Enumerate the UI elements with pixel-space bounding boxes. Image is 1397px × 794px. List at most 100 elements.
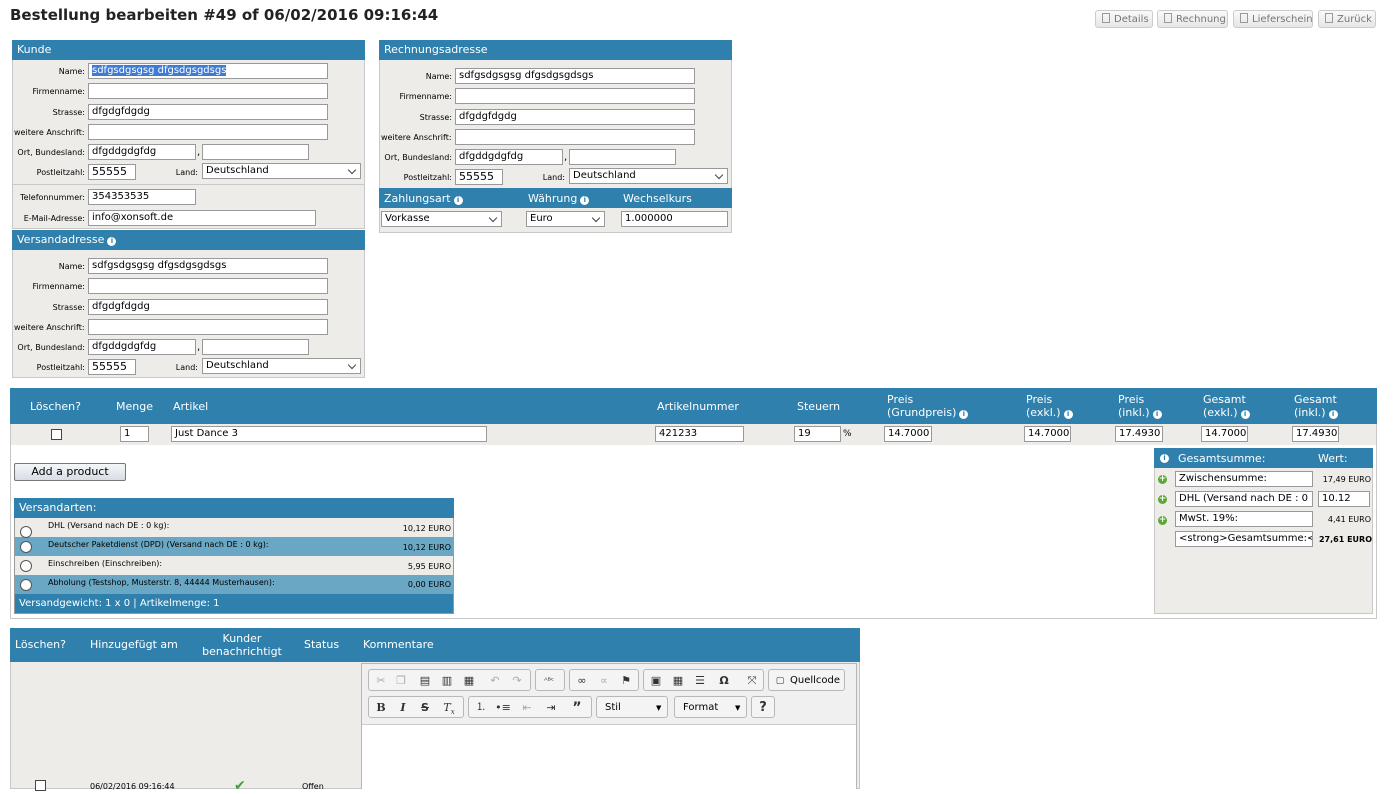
- shipping-radio[interactable]: [20, 560, 32, 572]
- product-preis-grund-input[interactable]: 14.7000: [884, 426, 932, 442]
- product-menge-input[interactable]: 1: [120, 426, 149, 442]
- paste-text-icon[interactable]: ▥: [439, 673, 455, 689]
- product-steuern-input[interactable]: 19: [794, 426, 841, 442]
- paste-icon[interactable]: ▤: [417, 673, 433, 689]
- cut-icon[interactable]: ✂: [373, 673, 389, 689]
- versand-plz-input[interactable]: 55555: [88, 359, 136, 375]
- image-icon[interactable]: ▣: [648, 673, 664, 689]
- versand-bundesland-input[interactable]: [202, 339, 309, 355]
- info-icon[interactable]: i: [959, 410, 969, 419]
- unlink-icon[interactable]: ∝: [596, 673, 612, 689]
- info-icon[interactable]: i: [580, 196, 590, 205]
- info-icon[interactable]: i: [1160, 454, 1169, 463]
- versand-weitere-input[interactable]: [88, 319, 328, 335]
- copy-icon[interactable]: ❐: [393, 673, 409, 689]
- remove-format-icon[interactable]: Tx: [441, 700, 457, 716]
- total-label-input[interactable]: DHL (Versand nach DE : 0: [1175, 491, 1313, 507]
- versand-firma-input[interactable]: [88, 278, 328, 294]
- product-artikelnummer-input[interactable]: 421233: [655, 426, 744, 442]
- zahlungsart-select[interactable]: Vorkasse: [381, 211, 502, 227]
- plus-icon[interactable]: +: [1158, 495, 1167, 504]
- info-icon[interactable]: i: [453, 196, 463, 205]
- total-label-input[interactable]: <strong>Gesamtsumme:<: [1175, 531, 1313, 547]
- italic-icon[interactable]: I: [395, 700, 411, 716]
- info-icon[interactable]: i: [107, 237, 117, 246]
- total-value-input[interactable]: 10.12: [1318, 491, 1370, 507]
- style-select[interactable]: Stil ▼: [596, 696, 668, 718]
- product-gesamt-inkl-input[interactable]: 17.4930: [1292, 426, 1339, 442]
- kunde-name-input[interactable]: sdfgsdgsgsg dfgsdgsgdsgs: [88, 63, 328, 79]
- bullet-list-icon[interactable]: •≡: [495, 700, 511, 716]
- info-icon[interactable]: i: [1328, 410, 1338, 419]
- strike-icon[interactable]: S: [417, 700, 433, 716]
- plus-icon[interactable]: +: [1158, 516, 1167, 525]
- rechnung-ort-input[interactable]: dfgddgdgfdg: [455, 149, 563, 165]
- col-loeschen: Löschen?: [30, 400, 81, 413]
- link-icon[interactable]: ∞: [574, 673, 590, 689]
- maximize-icon[interactable]: ⤧: [744, 673, 760, 689]
- product-preis-exkl-input[interactable]: 14.7000: [1024, 426, 1071, 442]
- wechselkurs-input[interactable]: 1.000000: [621, 211, 728, 227]
- rechnung-name-input[interactable]: sdfgsdgsgsg dfgsdgsgdsgs: [455, 68, 695, 84]
- kunde-telefon-input[interactable]: 354353535: [88, 189, 196, 205]
- versand-strasse-input[interactable]: dfgdgfdgdg: [88, 299, 328, 315]
- rechnung-firma-input[interactable]: [455, 88, 695, 104]
- add-product-button[interactable]: Add a product: [14, 463, 126, 481]
- rechnung-button[interactable]: Rechnung: [1157, 10, 1228, 28]
- info-icon[interactable]: i: [1063, 410, 1073, 419]
- rechnung-plz-input[interactable]: 55555: [455, 169, 503, 185]
- spellcheck-icon[interactable]: ᴬᴮᶜ: [541, 673, 557, 689]
- blockquote-icon[interactable]: ”: [569, 700, 585, 716]
- product-gesamt-exkl-input[interactable]: 14.7000: [1201, 426, 1248, 442]
- total-label-input[interactable]: Zwischensumme:: [1175, 471, 1313, 487]
- undo-icon[interactable]: ↶: [487, 673, 503, 689]
- editor-content-area[interactable]: [362, 724, 856, 790]
- shipping-radio[interactable]: [20, 526, 32, 538]
- waehrung-select[interactable]: Euro: [526, 211, 605, 227]
- rechnung-strasse-input[interactable]: dfgdgfdgdg: [455, 109, 695, 125]
- indent-icon[interactable]: ⇥: [543, 700, 559, 716]
- kunde-email-input[interactable]: info@xonsoft.de: [88, 210, 316, 226]
- paste-word-icon[interactable]: ▦: [461, 673, 477, 689]
- kunde-firma-input[interactable]: [88, 83, 328, 99]
- rechnung-land-select[interactable]: Deutschland: [569, 168, 728, 184]
- versand-ort-input[interactable]: dfgddgdgfdg: [88, 339, 196, 355]
- versand-name-input[interactable]: sdfgsdgsgsg dfgsdgsgdsgs: [88, 258, 328, 274]
- help-button[interactable]: ?: [751, 696, 775, 718]
- zurueck-button[interactable]: Zurück: [1318, 10, 1376, 28]
- format-select[interactable]: Format ▼: [674, 696, 747, 718]
- plus-icon[interactable]: +: [1158, 475, 1167, 484]
- redo-icon[interactable]: ↷: [509, 673, 525, 689]
- comma: ,: [564, 152, 568, 163]
- special-char-icon[interactable]: Ω: [716, 673, 732, 689]
- kunde-bundesland-input[interactable]: [202, 144, 309, 160]
- totals-wert: Wert:: [1318, 452, 1348, 465]
- horizontal-rule-icon[interactable]: ☰: [692, 673, 708, 689]
- info-icon[interactable]: i: [1240, 410, 1250, 419]
- details-button[interactable]: Details: [1095, 10, 1153, 28]
- product-preis-inkl-input[interactable]: 17.4930: [1115, 426, 1163, 442]
- shipping-radio[interactable]: [20, 541, 32, 553]
- anchor-flag-icon[interactable]: ⚑: [618, 673, 634, 689]
- source-button[interactable]: ▢ Quellcode: [768, 669, 845, 691]
- kunde-strasse-input[interactable]: dfgdgfdgdg: [88, 104, 328, 120]
- kunde-plz-input[interactable]: 55555: [88, 164, 136, 180]
- table-icon[interactable]: ▦: [670, 673, 686, 689]
- total-label-input[interactable]: MwSt. 19%:: [1175, 511, 1313, 527]
- outdent-icon[interactable]: ⇤: [519, 700, 535, 716]
- shipping-radio[interactable]: [20, 579, 32, 591]
- product-artikel-input[interactable]: Just Dance 3: [171, 426, 487, 442]
- kunde-land-select[interactable]: Deutschland: [202, 163, 361, 179]
- bold-icon[interactable]: B: [373, 700, 389, 716]
- product-delete-checkbox[interactable]: [51, 429, 62, 440]
- kunde-weitere-input[interactable]: [88, 124, 328, 140]
- versand-land-select[interactable]: Deutschland: [202, 358, 361, 374]
- rechnung-bundesland-input[interactable]: [569, 149, 676, 165]
- label-ort: Ort, Bundesland:: [384, 153, 452, 162]
- lieferschein-button[interactable]: Lieferschein: [1233, 10, 1313, 28]
- rechnung-weitere-input[interactable]: [455, 129, 695, 145]
- kunde-ort-input[interactable]: dfgddgdgfdg: [88, 144, 196, 160]
- info-icon[interactable]: i: [1152, 410, 1162, 419]
- numbered-list-icon[interactable]: ⒈: [473, 700, 489, 716]
- history-delete-checkbox[interactable]: [35, 780, 46, 791]
